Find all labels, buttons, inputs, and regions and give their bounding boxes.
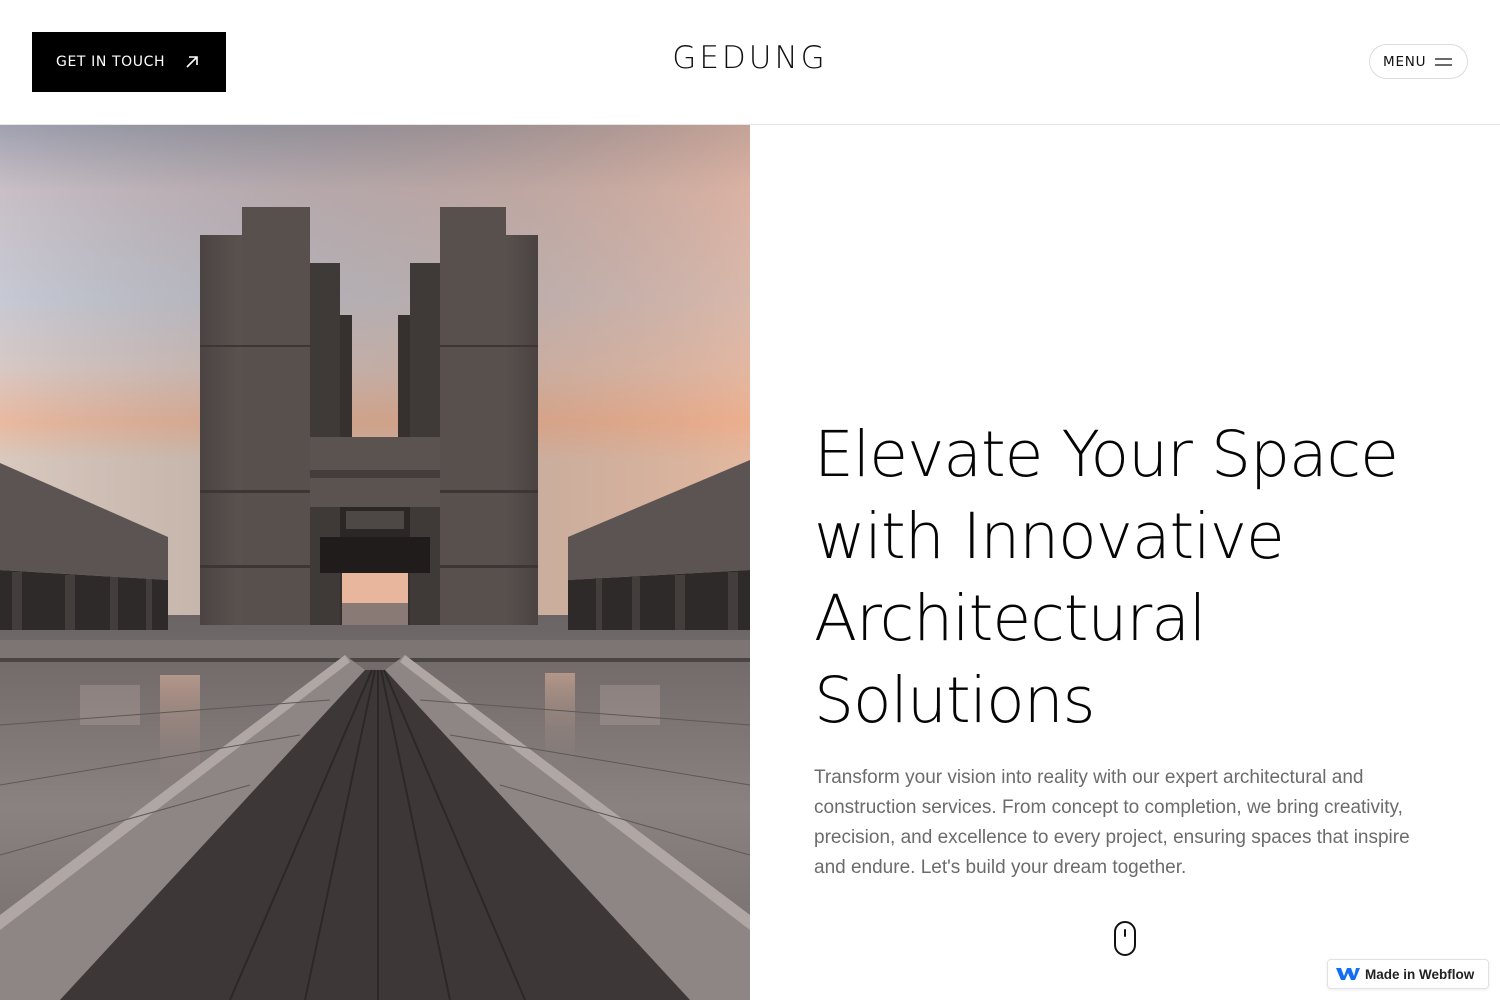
hero-title: Elevate Your Space with Innovative Archi…: [814, 414, 1454, 742]
menu-button[interactable]: MENU: [1369, 44, 1468, 79]
brand-logo[interactable]: GEDUNG: [0, 40, 1500, 76]
hero-title-line: Architectural: [814, 582, 1206, 655]
menu-label: MENU: [1383, 53, 1427, 70]
hero-description-line: precision, and excellence to every proje…: [814, 827, 1410, 848]
brutalist-building-illustration: [0, 125, 750, 1000]
hero-image: [0, 125, 750, 1000]
hero-description-line: and endure. Let's build your dream toget…: [814, 857, 1187, 878]
hero-title-line: Solutions: [814, 664, 1095, 737]
hero-title-line: with Innovative: [814, 500, 1285, 573]
webflow-logo-icon: [1336, 968, 1360, 980]
hero-title-line: Elevate Your Space: [814, 418, 1399, 491]
site-header: GET IN TOUCH GEDUNG MENU: [0, 0, 1500, 125]
mouse-scroll-icon[interactable]: [1114, 921, 1136, 956]
made-in-webflow-label: Made in Webflow: [1365, 966, 1475, 982]
made-in-webflow-badge[interactable]: Made in Webflow: [1327, 959, 1489, 989]
brand-name: GEDUNG: [672, 40, 828, 76]
hamburger-icon: [1435, 58, 1452, 66]
hero-description-line: construction services. From concept to c…: [814, 797, 1403, 818]
hero-description-line: Transform your vision into reality with …: [814, 767, 1364, 788]
hero-description: Transform your vision into reality with …: [814, 763, 1454, 883]
